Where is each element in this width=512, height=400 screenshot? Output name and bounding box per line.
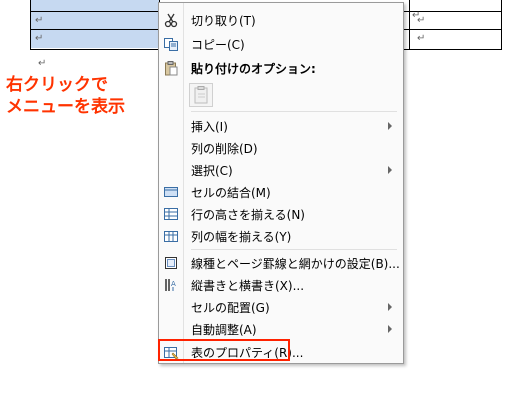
- scissors-icon: [163, 12, 179, 28]
- distribute-columns-icon: [163, 228, 179, 244]
- menu-item-copy[interactable]: コピー(C): [159, 33, 403, 55]
- borders-icon: [163, 255, 179, 271]
- paragraph-mark: ↵: [38, 58, 47, 69]
- copy-icon: [163, 36, 179, 52]
- cell-end-mark: ↵: [35, 33, 44, 44]
- menu-item-label: セルの結合(M): [191, 186, 271, 200]
- menu-item-label: 列の削除(D): [191, 142, 258, 156]
- menu-separator: [191, 111, 397, 112]
- cell-end-mark: ↵: [412, 10, 421, 21]
- menu-item-label: 縦書きと横書き(X)...: [191, 279, 305, 293]
- submenu-arrow-icon: [388, 166, 392, 174]
- menu-item-label: 行の高さを揃える(N): [191, 208, 305, 222]
- menu-item-cell-alignment[interactable]: セルの配置(G): [159, 296, 403, 318]
- cell-end-mark: ↵: [417, 33, 426, 44]
- menu-item-paste-options: 貼り付けのオプション:: [159, 57, 403, 79]
- text-direction-icon: A: [163, 277, 179, 293]
- highlight-box: [158, 339, 290, 361]
- menu-item-merge-cells[interactable]: セルの結合(M): [159, 181, 403, 203]
- merge-cells-icon: [163, 184, 179, 200]
- menu-item-label: コピー(C): [191, 38, 245, 52]
- menu-item-delete-column[interactable]: 列の削除(D): [159, 137, 403, 159]
- svg-text:A: A: [171, 280, 176, 288]
- menu-item-label: 選択(C): [191, 164, 233, 178]
- menu-item-distribute-columns[interactable]: 列の幅を揃える(Y): [159, 225, 403, 247]
- menu-item-select[interactable]: 選択(C): [159, 159, 403, 181]
- paste-icon: [163, 60, 179, 76]
- annotation-line-1: 右クリックで: [6, 75, 108, 95]
- menu-item-autofit[interactable]: 自動調整(A): [159, 318, 403, 340]
- paste-keep-format-icon: [194, 86, 208, 104]
- column-divider: [409, 0, 410, 49]
- selected-cell[interactable]: [31, 0, 159, 11]
- menu-item-label: 自動調整(A): [191, 323, 257, 337]
- menu-item-label: 切り取り(T): [191, 14, 256, 28]
- menu-item-cut[interactable]: 切り取り(T): [159, 9, 403, 31]
- menu-item-label: 列の幅を揃える(Y): [191, 230, 292, 244]
- distribute-rows-icon: [163, 206, 179, 222]
- submenu-arrow-icon: [388, 325, 392, 333]
- annotation-line-2: メニューを表示: [6, 97, 125, 117]
- context-menu: 切り取り(T) コピー(C) 貼り付けのオプション: 挿入(I) 列の削除(D)…: [158, 2, 404, 364]
- menu-item-label: 貼り付けのオプション:: [191, 62, 316, 76]
- submenu-arrow-icon: [388, 122, 392, 130]
- menu-item-text-direction[interactable]: A 縦書きと横書き(X)...: [159, 274, 403, 296]
- cell-end-mark: ↵: [35, 15, 44, 26]
- selected-cell[interactable]: [31, 30, 159, 48]
- menu-item-distribute-rows[interactable]: 行の高さを揃える(N): [159, 203, 403, 225]
- menu-item-insert[interactable]: 挿入(I): [159, 115, 403, 137]
- submenu-arrow-icon: [388, 303, 392, 311]
- menu-item-label: セルの配置(G): [191, 301, 270, 315]
- menu-item-label: 線種とページ罫線と網かけの設定(B)...: [191, 257, 400, 271]
- paste-option-button[interactable]: [189, 83, 213, 107]
- menu-item-label: 挿入(I): [191, 120, 228, 134]
- annotation-text: 右クリックで メニューを表示: [6, 74, 125, 118]
- menu-item-borders-shading[interactable]: 線種とページ罫線と網かけの設定(B)...: [159, 252, 403, 274]
- selected-cell[interactable]: [31, 12, 159, 30]
- menu-separator: [191, 249, 397, 250]
